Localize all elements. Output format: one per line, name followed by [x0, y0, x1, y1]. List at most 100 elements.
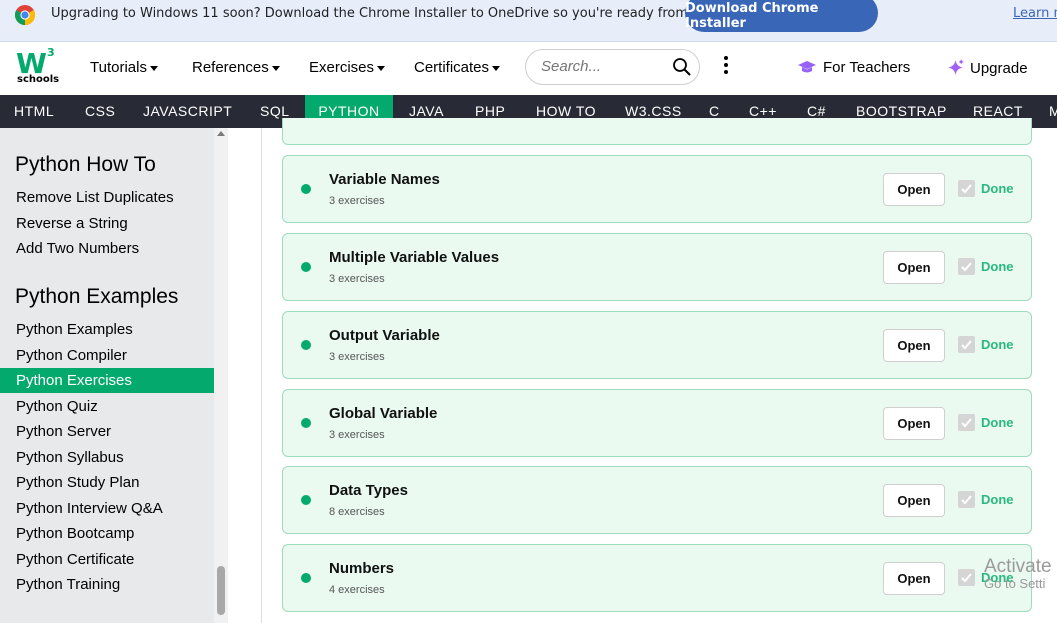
sidebar-item-python-quiz[interactable]: Python Quiz: [0, 394, 214, 419]
sidebar-item-reverse-a-string[interactable]: Reverse a String: [0, 211, 214, 236]
done-checkbox[interactable]: [958, 258, 975, 275]
caret-down-icon: [149, 65, 158, 71]
sidebar-heading-how-to: Python How To: [15, 153, 156, 176]
status-dot-icon: [301, 573, 311, 583]
status-dot-icon: [301, 184, 311, 194]
learn-more-link[interactable]: Learn m: [1013, 6, 1057, 21]
sidebar-item-python-training[interactable]: Python Training: [0, 572, 214, 597]
tutorials-menu[interactable]: Tutorials: [90, 59, 158, 76]
done-checkbox[interactable]: [958, 336, 975, 353]
done-checkbox[interactable]: [958, 491, 975, 508]
status-dot-icon: [301, 495, 311, 505]
check-icon: [961, 495, 972, 505]
exercises-label: Exercises: [309, 59, 375, 76]
exercise-card[interactable]: Output Variable 3 exercises Open Done: [282, 311, 1032, 379]
check-icon: [961, 340, 972, 350]
graduation-cap-icon: [798, 61, 816, 73]
check-icon: [961, 184, 972, 194]
search-icon[interactable]: [672, 57, 692, 77]
open-button[interactable]: Open: [883, 562, 945, 595]
for-teachers-link[interactable]: For Teachers: [797, 59, 910, 76]
exercise-card[interactable]: Variable Names 3 exercises Open Done: [282, 155, 1032, 223]
exercise-card[interactable]: Global Variable 3 exercises Open Done: [282, 389, 1032, 457]
exercise-title: Numbers: [329, 560, 395, 577]
open-button[interactable]: Open: [883, 173, 945, 206]
open-button[interactable]: Open: [883, 329, 945, 362]
exercise-card[interactable]: Multiple Variable Values 3 exercises Ope…: [282, 233, 1032, 301]
done-label: Done: [981, 415, 1014, 430]
sidebar-item-remove-list-duplicates[interactable]: Remove List Duplicates: [0, 185, 214, 210]
top-navigation: W 3 schools Tutorials References Exercis…: [0, 42, 1057, 95]
download-chrome-installer-button[interactable]: Download Chrome Installer: [685, 0, 878, 32]
done-label: Done: [981, 181, 1014, 196]
sidebar-scrollbar[interactable]: [214, 128, 228, 623]
activate-windows-watermark: Activate Go to Setti: [984, 556, 1052, 591]
logo-number: 3: [47, 46, 55, 59]
more-options-icon[interactable]: [720, 56, 732, 78]
chrome-logo-icon: [15, 5, 35, 25]
exercise-title: Variable Names: [329, 171, 440, 188]
exercise-count: 3 exercises: [329, 273, 385, 285]
certificates-menu[interactable]: Certificates: [414, 59, 501, 76]
sidebar-item-python-exercises[interactable]: Python Exercises: [0, 368, 214, 393]
subject-css[interactable]: CSS: [85, 95, 115, 128]
sidebar: Python How To Remove List Duplicates Rev…: [0, 128, 214, 623]
caret-down-icon: [271, 65, 280, 71]
exercise-title: Output Variable: [329, 327, 440, 344]
check-icon: [961, 262, 972, 272]
banner-message: Upgrading to Windows 11 soon? Download t…: [51, 6, 749, 21]
previous-card-fragment: [282, 118, 1032, 145]
sidebar-item-add-two-numbers[interactable]: Add Two Numbers: [0, 236, 214, 261]
sidebar-item-python-interview-qa[interactable]: Python Interview Q&A: [0, 496, 214, 521]
sidebar-item-python-server[interactable]: Python Server: [0, 419, 214, 444]
subject-html[interactable]: HTML: [14, 95, 54, 128]
upgrade-link[interactable]: Upgrade: [947, 59, 1028, 77]
exercise-count: 4 exercises: [329, 584, 385, 596]
done-checkbox[interactable]: [958, 180, 975, 197]
caret-down-icon: [492, 65, 501, 71]
certificates-label: Certificates: [414, 59, 490, 76]
check-icon: [961, 418, 972, 428]
done-label: Done: [981, 337, 1014, 352]
exercise-card[interactable]: Data Types 8 exercises Open Done: [282, 466, 1032, 534]
sidebar-item-python-bootcamp[interactable]: Python Bootcamp: [0, 521, 214, 546]
sidebar-heading-examples: Python Examples: [15, 285, 179, 308]
logo-text: schools: [17, 74, 60, 85]
sidebar-item-python-compiler[interactable]: Python Compiler: [0, 343, 214, 368]
exercise-count: 3 exercises: [329, 195, 385, 207]
open-button[interactable]: Open: [883, 251, 945, 284]
caret-down-icon: [377, 65, 386, 71]
sidebar-item-python-study-plan[interactable]: Python Study Plan: [0, 470, 214, 495]
done-checkbox[interactable]: [958, 569, 975, 586]
watermark-line-1: Activate: [984, 556, 1052, 577]
subject-javascript[interactable]: JAVASCRIPT: [143, 95, 232, 128]
status-dot-icon: [301, 262, 311, 272]
exercises-menu[interactable]: Exercises: [309, 59, 386, 76]
subject-more[interactable]: M: [1049, 95, 1057, 128]
references-menu[interactable]: References: [192, 59, 280, 76]
for-teachers-label: For Teachers: [823, 59, 911, 76]
check-icon: [961, 573, 972, 583]
open-button[interactable]: Open: [883, 484, 945, 517]
done-label: Done: [981, 492, 1014, 507]
done-checkbox[interactable]: [958, 414, 975, 431]
w3schools-logo[interactable]: W 3 schools: [16, 46, 60, 89]
search-input[interactable]: [541, 58, 671, 75]
exercise-count: 3 exercises: [329, 429, 385, 441]
sidebar-item-python-syllabus[interactable]: Python Syllabus: [0, 445, 214, 470]
status-dot-icon: [301, 418, 311, 428]
exercise-card[interactable]: Numbers 4 exercises Open Done: [282, 544, 1032, 612]
content-divider: [261, 128, 262, 623]
search-box[interactable]: [525, 49, 700, 85]
sidebar-item-python-certificate[interactable]: Python Certificate: [0, 547, 214, 572]
exercise-title: Data Types: [329, 482, 408, 499]
upgrade-label: Upgrade: [970, 60, 1028, 77]
sidebar-item-python-examples[interactable]: Python Examples: [0, 317, 214, 342]
references-label: References: [192, 59, 269, 76]
chrome-banner: Upgrading to Windows 11 soon? Download t…: [0, 0, 1057, 42]
sidebar-scroll-thumb[interactable]: [217, 566, 225, 615]
exercise-title: Global Variable: [329, 405, 438, 422]
tutorials-label: Tutorials: [90, 59, 147, 76]
open-button[interactable]: Open: [883, 407, 945, 440]
scroll-up-arrow-icon[interactable]: [217, 131, 225, 136]
